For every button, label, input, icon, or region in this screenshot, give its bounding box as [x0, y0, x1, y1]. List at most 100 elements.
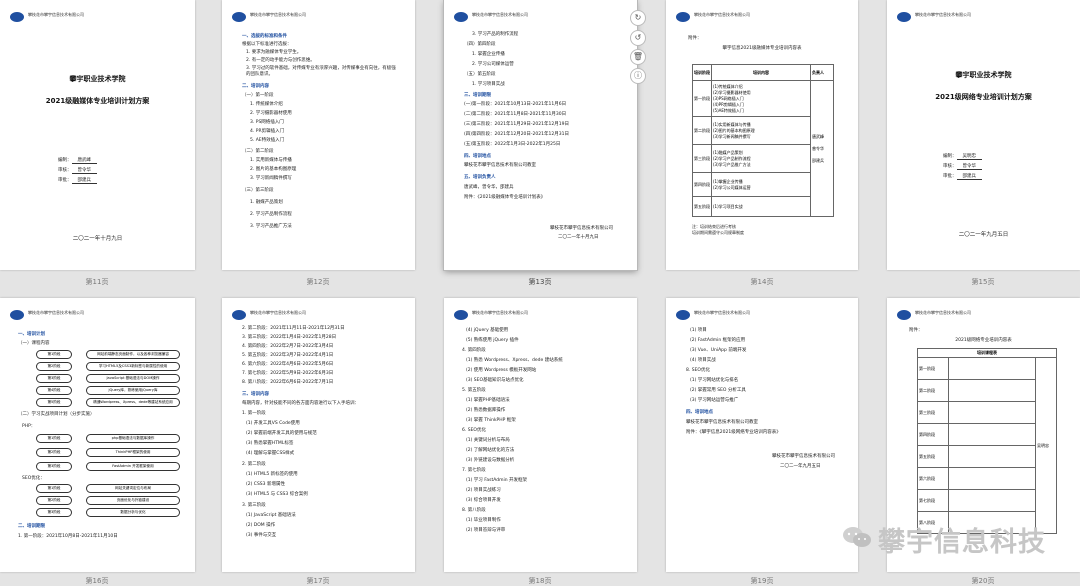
text-line: （二）学习实战项目计划（分步实施） [18, 412, 95, 417]
table-cell: 第一阶段 [692, 80, 712, 117]
page-caption-12: 第12页 [306, 278, 330, 286]
list-item: (1) HTML5 新标签的使用 [246, 472, 298, 477]
text-line: 2. 学习公司媒体运营 [472, 62, 514, 67]
list-item: 2. 学习摄影器材使用 [250, 111, 292, 116]
table-cell [948, 467, 1036, 490]
editor-name: 吴明忠 [956, 154, 982, 160]
plan-date: 二〇二一年十月九日 [72, 236, 123, 242]
section-heading: 二、培训期限 [18, 524, 45, 529]
table-cell: 第三阶段 [692, 144, 712, 173]
table-cell [948, 489, 1036, 512]
page-thumbnail-12[interactable]: 攀枝花市攀宇信息技术有限公司 一、选拔的标准和条件 根据以下标准进行选拔： 1.… [222, 0, 415, 270]
text-line: 3. 第三阶段 [242, 503, 266, 508]
delete-icon[interactable]: 🗑 [630, 49, 646, 65]
list-item: (3) 学习网站运营与推广 [690, 398, 739, 403]
text-line: 每期内容，针对技能不同的各方面内容进行以下入手培训： [242, 401, 359, 406]
list-item: (2) 掌握常用 SEO 分析工具 [690, 388, 746, 393]
list-item: (2) DOM 操作 [246, 523, 276, 528]
table-cell: 第七阶段 [917, 489, 949, 512]
flow-item: 网站前端静态页面制作，以及各种浏览器兼容 [86, 350, 180, 359]
page-thumbnail-15[interactable]: 攀枝花市攀宇信息技术有限公司 攀宇职业技术学院 2021级网络专业培训计划方案 … [887, 0, 1080, 270]
section-heading: 五、培训负责人 [464, 175, 496, 180]
school-name: 攀宇职业技术学院 [955, 71, 1012, 79]
flow-item: 学习HTML5及CSS3新标签与新属性的使用 [86, 362, 180, 371]
list-item: (2) CSS3 新增属性 [246, 482, 285, 487]
list-item: (1) 熟悉 Wordpress、Xpress、dede 建站系统 [466, 358, 563, 363]
approve-label: 审批： [943, 174, 957, 179]
text-line: 攀枝花市攀宇信息技术有限公司教室 [686, 420, 758, 425]
list-item: 1. 实用新媒体与传播 [250, 158, 292, 163]
page-caption-15: 第15页 [971, 278, 995, 286]
company-header: 攀枝花市攀宇信息技术有限公司 [28, 310, 84, 315]
footer-company: 攀枝花市攀宇信息技术有限公司 [772, 454, 835, 459]
list-item: (2) 熟悉数据库操作 [466, 408, 506, 413]
cell-line: (3)学习产品推广方法 [713, 161, 751, 167]
rotate-left-icon[interactable]: ↺ [630, 30, 646, 46]
page-thumbnail-19[interactable]: 攀枝花市攀宇信息技术有限公司 (1) 项目 (2) FastAdmin 框架的应… [666, 298, 858, 572]
list-item: 4. 第四阶段：2022年2月7日-2022年3月4日 [242, 344, 334, 349]
wechat-icon [843, 527, 871, 547]
table-header: 负责人 [810, 64, 834, 81]
info-icon[interactable]: ⓘ [630, 68, 646, 84]
table-cell: 第二阶段 [692, 116, 712, 145]
company-header: 攀枝花市攀宇信息技术有限公司 [694, 12, 750, 17]
page-thumbnail-14[interactable]: 攀枝花市攀宇信息技术有限公司 附件： 攀宇信息2021级融媒体专业培训内容表 培… [666, 0, 858, 270]
table-cell [948, 445, 1036, 468]
flow-item: 页面优化与外链建设 [86, 496, 180, 505]
footer-date: 二〇二一年九月五日 [780, 464, 821, 469]
table-header: 培训阶段 [692, 64, 712, 81]
list-item: (5) 熟练使用 jQuery 插件 [466, 338, 519, 343]
editor-label: 编制： [943, 154, 957, 159]
table-cell: 吴明忠 [1035, 357, 1057, 534]
list-item: (3) 外链建设与数据分析 [466, 458, 515, 463]
company-header: 攀枝花市攀宇信息技术有限公司 [694, 310, 750, 315]
flow-stage: 第3阶段 [36, 508, 72, 517]
list-item: (4) jQuery 基础使用 [466, 328, 509, 333]
company-header: 攀枝花市攀宇信息技术有限公司 [915, 12, 971, 17]
table-cell: (1)实用新媒体与传播 (2)图片的基本构图原理 (3)学习新闻稿件撰写 [711, 116, 811, 145]
cell-line: 唐武峰 [812, 133, 824, 139]
list-item: (3) HTML5 与 CSS3 综合案例 [246, 492, 308, 497]
list-item: (3) 事件与交互 [246, 533, 277, 538]
text-line: （一）第一阶段 [242, 93, 274, 98]
page-caption-17: 第17页 [306, 577, 330, 585]
page-caption-19: 第19页 [750, 577, 774, 585]
page-thumbnail-17[interactable]: 攀枝花市攀宇信息技术有限公司 2. 第二阶段：2021年11月11日-2021年… [222, 298, 415, 572]
page-thumbnail-16[interactable]: 攀枝花市攀宇信息技术有限公司 一、培训计划 （一）课程内容 第1阶段 网站前端静… [0, 298, 195, 572]
flow-stage: 第1阶段 [36, 484, 72, 493]
company-header: 攀枝花市攀宇信息技术有限公司 [472, 12, 528, 17]
text-line: （二）第二阶段 [242, 149, 274, 154]
list-item: 6. SEO优化 [462, 428, 486, 433]
table-cell: 第一阶段 [917, 357, 949, 380]
plan-title: 2021级融媒体专业培训计划方案 [45, 97, 150, 105]
page-thumbnail-18[interactable]: 攀枝花市攀宇信息技术有限公司 (4) jQuery 基础使用 (5) 熟练使用 … [444, 298, 637, 572]
training-table: 培训课程表 第一阶段 吴明忠 第二阶段 第三阶段 第四阶段 第五阶段 第六阶段 第… [917, 348, 1057, 534]
company-logo-icon [676, 310, 690, 320]
footer-company: 攀枝花市攀宇信息技术有限公司 [550, 226, 613, 231]
list-item: (四)第四阶段：2021年12月20日-2021年12月31日 [464, 132, 569, 137]
list-item: 5. 第五阶段 [462, 388, 486, 393]
table-title: 攀宇信息2021级融媒体专业培训内容表 [722, 46, 802, 51]
table-cell: (1)学习项目实战 [711, 196, 811, 217]
watermark-text: 攀宇信息科技 [878, 527, 1046, 558]
table-cell: 第二阶段 [917, 379, 949, 402]
editor-name: 唐武峰 [71, 158, 97, 164]
flow-item: JavaScript 基础语法与DOM操作 [86, 374, 180, 383]
table-cell: (1)传统媒体介绍 (2)学习摄影器材使用 (3)PS网络插入门 (4)PR剪辑插入门… [711, 80, 811, 117]
company-logo-icon [676, 12, 690, 22]
list-item: 8. 第八阶段：2022年6月6日-2022年7月1日 [242, 380, 334, 385]
table-note: 培训期间需遵守公司规章制度 [692, 230, 744, 235]
list-item: (1) 关键词分析与布局 [466, 438, 510, 443]
flow-stage: 第1阶段 [36, 434, 72, 443]
page-thumbnail-13[interactable]: 攀枝花市攀宇信息技术有限公司 3. 学习产品的制作流程 （四）第四阶段 1. 掌… [444, 0, 637, 270]
page-thumbnail-11[interactable]: 攀枝花市攀宇信息技术有限公司 攀宇职业技术学院 2021级融媒体专业培训计划方案… [0, 0, 195, 270]
text-line: 根据以下标准进行选拔： [242, 42, 292, 47]
list-item: (三)第三阶段：2021年11月29日-2021年12月19日 [464, 122, 569, 127]
rotate-right-icon[interactable]: ↻ [630, 10, 646, 26]
company-logo-icon [10, 310, 24, 320]
page-caption-14: 第14页 [750, 278, 774, 286]
list-item: (1) 项目 [690, 328, 707, 333]
text-line: 2. 有一定的动手能力与创作思维。 [246, 58, 315, 63]
table-cell [948, 379, 1036, 402]
company-logo-icon [232, 310, 246, 320]
